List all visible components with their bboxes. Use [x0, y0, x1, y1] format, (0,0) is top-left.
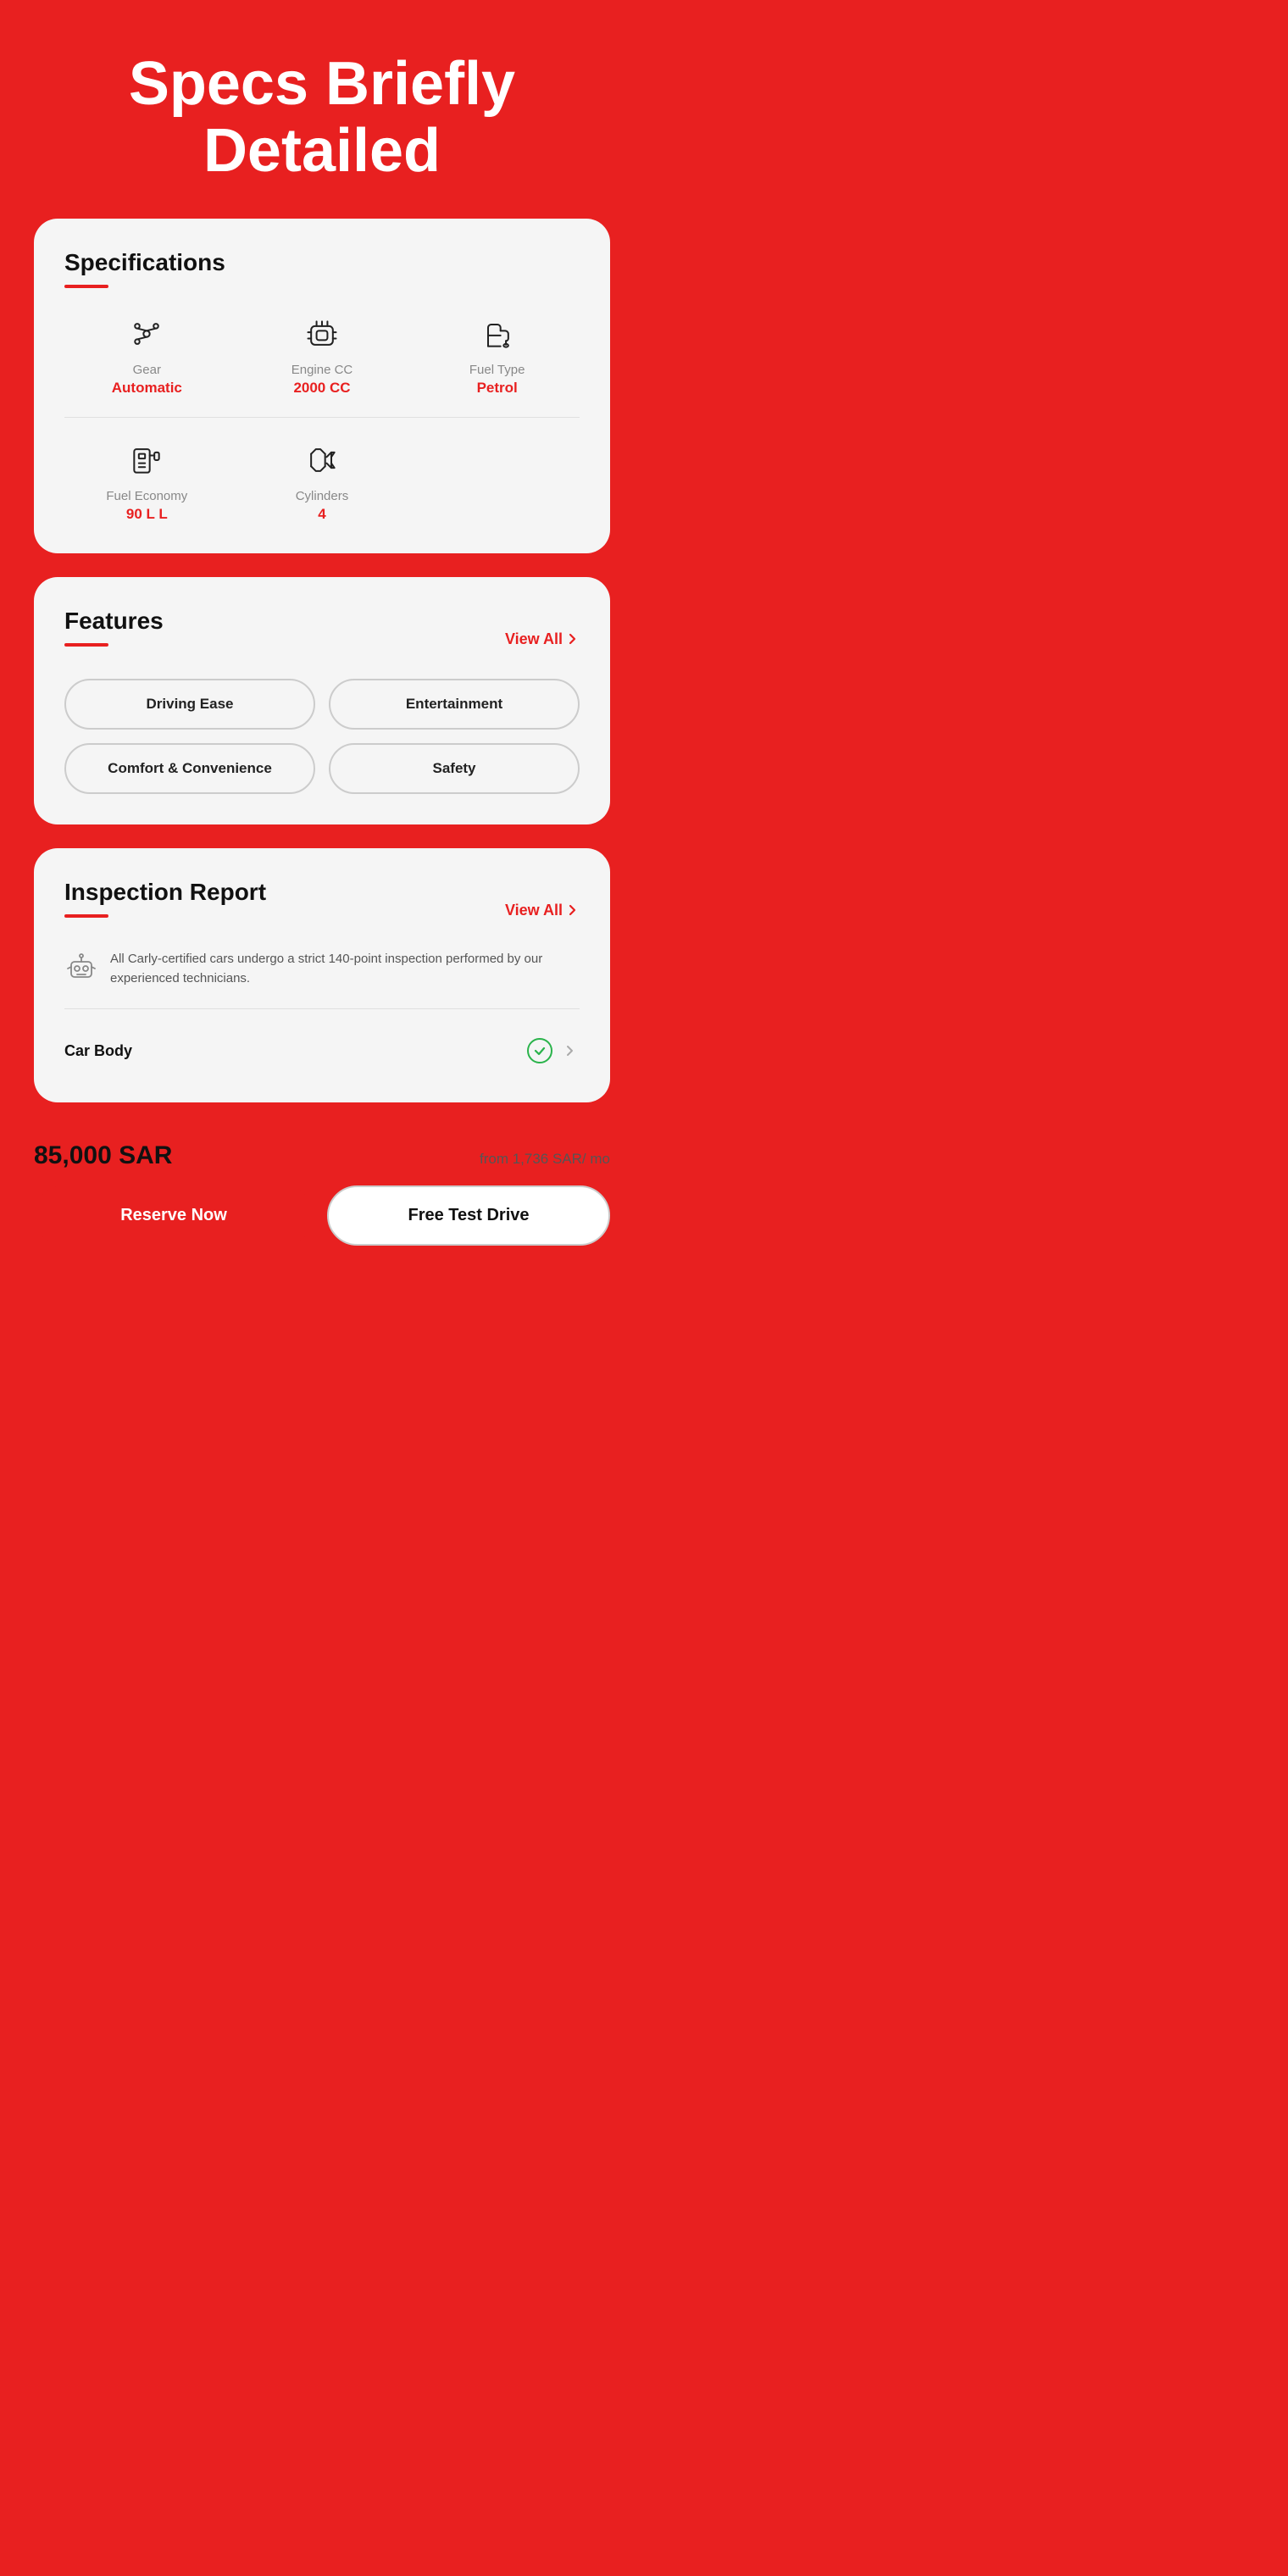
inspection-title: Inspection Report: [64, 879, 266, 906]
free-test-drive-button[interactable]: Free Test Drive: [327, 1185, 610, 1246]
spec-fuel-type: Fuel Type Petrol: [414, 312, 580, 397]
features-title: Features: [64, 608, 164, 635]
price-row: 85,000 SAR from 1,736 SAR/ mo: [34, 1141, 610, 1170]
cylinders-label: Cylinders: [296, 489, 349, 503]
inspection-info: All Carly-certified cars undergo a stric…: [64, 950, 580, 988]
fuel-type-icon: [475, 312, 519, 356]
feature-tag-safety[interactable]: Safety: [329, 743, 580, 794]
inspection-view-all-label: View All: [505, 902, 563, 919]
check-circle-icon: [527, 1038, 552, 1063]
specifications-title: Specifications: [64, 249, 580, 276]
specifications-underline: [64, 285, 108, 288]
fuel-type-label: Fuel Type: [469, 363, 525, 377]
inspection-description: All Carly-certified cars undergo a stric…: [110, 950, 580, 988]
checkmark-icon: [533, 1044, 547, 1058]
car-body-chevron-icon[interactable]: [561, 1041, 580, 1060]
features-underline: [64, 643, 108, 647]
cylinders-icon: [300, 438, 344, 482]
specs-divider: [64, 417, 580, 418]
features-view-all[interactable]: View All: [505, 630, 580, 648]
gear-value: Automatic: [112, 380, 182, 397]
inspection-underline: [64, 914, 108, 918]
engine-icon: [300, 312, 344, 356]
spec-cylinders: Cylinders 4: [240, 438, 405, 523]
chevron-right-icon-2: [566, 903, 580, 917]
action-buttons: Reserve Now Free Test Drive: [34, 1185, 610, 1246]
inspection-view-all[interactable]: View All: [505, 902, 580, 919]
spec-placeholder: [414, 438, 580, 523]
inspection-card: Inspection Report View All: [34, 848, 610, 1102]
feature-tags-grid: Driving Ease Entertainment Comfort & Con…: [64, 679, 580, 794]
engine-label: Engine CC: [291, 363, 353, 377]
specifications-card: Specifications Gear Automati: [34, 219, 610, 553]
fuel-economy-value: 90 L L: [126, 506, 168, 523]
inspection-row-right: [527, 1038, 580, 1063]
spec-engine: Engine CC 2000 CC: [240, 312, 405, 397]
chevron-right-icon: [566, 632, 580, 646]
gear-label: Gear: [133, 363, 161, 377]
features-header: Features View All: [64, 608, 580, 670]
cylinders-value: 4: [318, 506, 325, 523]
feature-tag-entertainment[interactable]: Entertainment: [329, 679, 580, 730]
main-price: 85,000 SAR: [34, 1141, 172, 1170]
engine-value: 2000 CC: [293, 380, 350, 397]
feature-tag-driving-ease[interactable]: Driving Ease: [64, 679, 315, 730]
gear-icon: [125, 312, 169, 356]
monthly-price: from 1,736 SAR/ mo: [480, 1151, 610, 1168]
features-view-all-label: View All: [505, 630, 563, 648]
reserve-now-button[interactable]: Reserve Now: [34, 1185, 314, 1246]
car-body-label: Car Body: [64, 1042, 132, 1060]
inspection-robot-icon: [64, 950, 98, 984]
inspection-header: Inspection Report View All: [64, 879, 580, 941]
bottom-bar: 85,000 SAR from 1,736 SAR/ mo Reserve No…: [34, 1126, 610, 1266]
hero-title: Specs Briefly Detailed: [78, 0, 566, 219]
fuel-economy-icon: [125, 438, 169, 482]
fuel-type-value: Petrol: [477, 380, 518, 397]
hero-section: Specs Briefly Detailed: [78, 0, 566, 219]
specs-grid-row1: Gear Automatic: [64, 312, 580, 397]
fuel-economy-label: Fuel Economy: [106, 489, 187, 503]
spec-gear: Gear Automatic: [64, 312, 230, 397]
feature-tag-comfort[interactable]: Comfort & Convenience: [64, 743, 315, 794]
spec-fuel-economy: Fuel Economy 90 L L: [64, 438, 230, 523]
specs-grid-row2: Fuel Economy 90 L L Cylinders: [64, 438, 580, 523]
inspection-row-car-body[interactable]: Car Body: [64, 1030, 580, 1072]
inspection-divider: [64, 1008, 580, 1009]
features-card: Features View All Driving Ease Entertain…: [34, 577, 610, 824]
